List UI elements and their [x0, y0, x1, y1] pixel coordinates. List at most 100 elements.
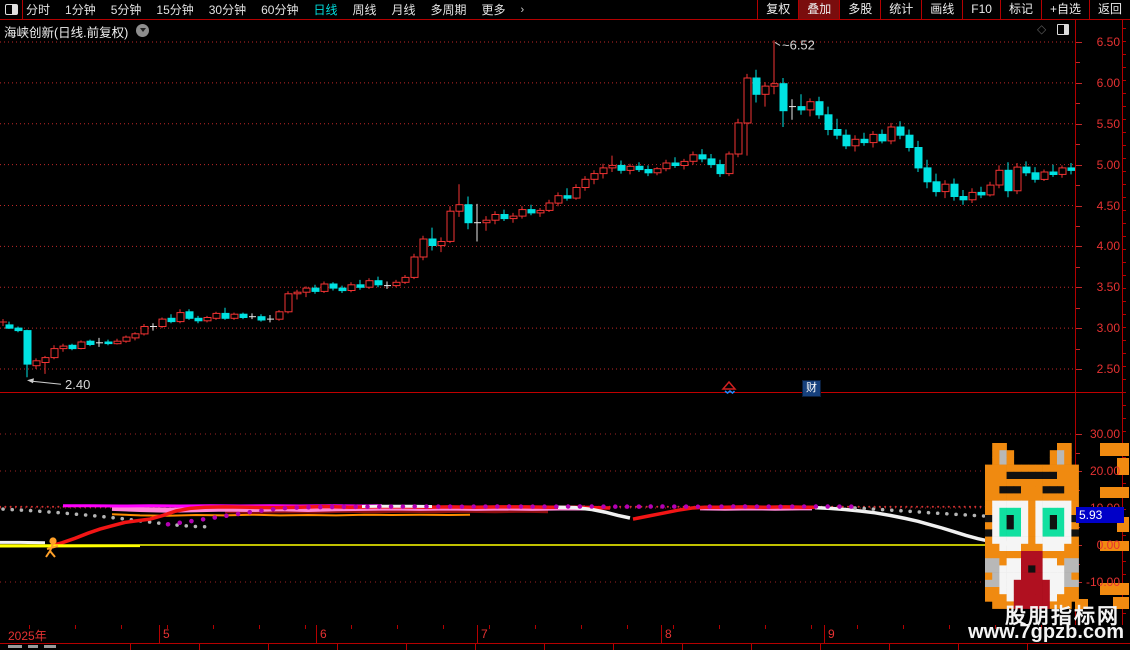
price-label: 3.50: [1096, 280, 1120, 295]
clipped-text: [8, 645, 22, 648]
scrollbar-tick: [1123, 327, 1126, 328]
menu-item-4[interactable]: 30分钟: [209, 1, 246, 18]
tool-button-1[interactable]: 叠加: [798, 0, 840, 19]
price-tick: [1076, 62, 1080, 64]
menu-item-2[interactable]: 5分钟: [111, 1, 142, 18]
tool-button-5[interactable]: F10: [962, 0, 1000, 19]
bottom-tick: [613, 644, 614, 650]
tool-button-8[interactable]: 返回: [1088, 0, 1130, 19]
price-label: 2.50: [1096, 362, 1120, 376]
main-chart-canvas[interactable]: ~6.52 2.40: [0, 20, 1075, 393]
price-tick: [1076, 307, 1080, 309]
indicator-scale-label: 20.00: [1089, 464, 1120, 478]
price-tick: [1076, 246, 1082, 248]
scrollbar-tick: [1123, 145, 1126, 146]
scrollbar-tick: [1123, 340, 1126, 341]
menu-item-5[interactable]: 60分钟: [261, 1, 298, 18]
tool-button-7[interactable]: +自选: [1040, 0, 1089, 19]
tool-button-6[interactable]: 标记: [999, 0, 1041, 19]
price-label: 5.00: [1096, 157, 1120, 172]
week-tick: [903, 625, 904, 629]
trading-app-window: 分时 1分钟 5分钟 15分钟 30分钟 60分钟 日线 周线 月线 多周期 更多 › 复权 叠加 多股统…: [0, 0, 1130, 650]
menu-item-10[interactable]: 更多: [482, 1, 506, 18]
tool-button-3[interactable]: 统计: [880, 0, 921, 19]
menu-item-7[interactable]: 周线: [352, 1, 376, 18]
menu-item-6[interactable]: 日线: [313, 1, 337, 18]
week-tick: [167, 625, 168, 629]
scrollbar-tick: [1123, 54, 1126, 55]
menu-item-0[interactable]: 分时: [26, 1, 50, 18]
bottom-tick: [820, 644, 821, 650]
bottom-tick: [337, 644, 338, 650]
week-tick: [857, 625, 858, 629]
scrollbar-tick: [1123, 262, 1126, 263]
runner-signal-icon: [45, 537, 59, 558]
scrollbar-tick: [1123, 431, 1126, 432]
tools-menu: 复权 叠加 多股 统计 画线 F10 标记 +自选 返回: [757, 0, 1130, 19]
month-separator: [316, 625, 317, 643]
month-separator: [824, 625, 825, 643]
bottom-tick: [268, 644, 269, 650]
scrollbar-tick: [1123, 28, 1126, 29]
scrollbar-tick: [1123, 210, 1126, 211]
month-separator: [477, 625, 478, 643]
scrollbar-tick: [1123, 197, 1126, 198]
scrollbar-tick: [1123, 275, 1126, 276]
price-tick: [1076, 369, 1082, 370]
scrollbar-tick: [1123, 236, 1126, 237]
bottom-tick: [544, 644, 545, 650]
price-tick: [1076, 287, 1082, 289]
window-button[interactable]: [0, 0, 23, 19]
tool-button-2[interactable]: 多股: [839, 0, 880, 19]
tool-button-0[interactable]: 复权: [757, 0, 798, 19]
scrollbar-tick: [1123, 249, 1126, 250]
bottom-tick: [1027, 644, 1028, 650]
scrollbar-tick: [1123, 106, 1126, 107]
clipped-text: [28, 645, 38, 648]
menu-item-8[interactable]: 月线: [392, 1, 416, 18]
menu-item-9[interactable]: 多周期: [431, 1, 467, 18]
scrollbar-tick: [1123, 613, 1126, 614]
bottom-tick: [130, 644, 131, 650]
finance-badge[interactable]: 财: [802, 380, 821, 397]
week-tick: [443, 625, 444, 629]
svg-text:~6.52: ~6.52: [782, 37, 815, 52]
indicator-canvas[interactable]: [0, 415, 1075, 625]
svg-text:2.40: 2.40: [65, 377, 90, 392]
bottom-tick: [751, 644, 752, 650]
indicator-scale-label: 0.00: [1096, 538, 1120, 552]
menu-item-3[interactable]: 15分钟: [156, 1, 193, 18]
signal-triangle-icon[interactable]: [721, 381, 737, 394]
menu-item-1[interactable]: 1分钟: [65, 1, 96, 18]
price-axis: 6.50 6.00 5.50 5.00 4.50 4.00 3.50 3.00 2.50: [1076, 20, 1123, 392]
tool-button-4[interactable]: 画线: [921, 0, 962, 19]
x-axis-label: 8: [665, 627, 672, 641]
scrollbar-tick: [1123, 119, 1126, 120]
week-tick: [29, 625, 30, 629]
x-axis: 2025年 5 6 7 8 9: [0, 625, 1130, 644]
price-tick: [1076, 225, 1080, 227]
bottom-tick: [406, 644, 407, 650]
week-tick: [213, 625, 214, 629]
scrollbar-tick: [1123, 67, 1126, 68]
week-tick: [535, 625, 536, 629]
bottom-strip: [0, 644, 1130, 650]
x-axis-label: 6: [320, 627, 327, 641]
indicator-scale-label: 30.00: [1089, 427, 1120, 441]
x-axis-label: 7: [481, 627, 488, 641]
price-tick: [1076, 328, 1082, 330]
more-arrow-icon[interactable]: ›: [521, 4, 525, 16]
bottom-tick: [958, 644, 959, 650]
week-tick: [259, 625, 260, 629]
bottom-tick: [889, 644, 890, 650]
week-tick: [719, 625, 720, 629]
scrollbar-tick: [1123, 80, 1126, 81]
watermark-url: www.7gpzb.com: [968, 621, 1124, 643]
x-axis-label: 2025年: [8, 629, 47, 643]
scrollbar-tick: [1123, 405, 1126, 406]
scrollbar-tick: [1123, 288, 1126, 289]
clipped-text: [44, 645, 56, 648]
price-label: 6.00: [1096, 75, 1120, 90]
price-tick: [1076, 164, 1082, 166]
scrollbar-tick: [1123, 158, 1126, 159]
